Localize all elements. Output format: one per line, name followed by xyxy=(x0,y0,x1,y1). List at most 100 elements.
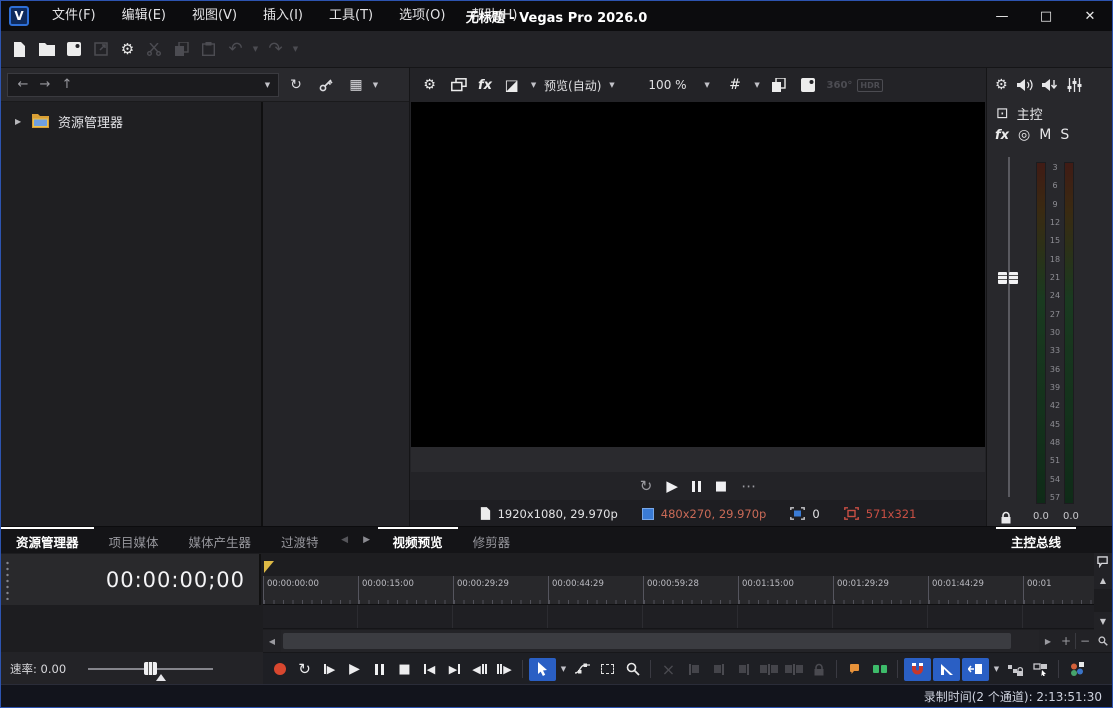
panel-tab[interactable]: 资源管理器 xyxy=(1,527,94,553)
menu-item[interactable]: 插入(I) xyxy=(250,1,316,31)
up-icon[interactable]: ↑ xyxy=(56,77,78,92)
project-properties-gear-icon[interactable]: ⚙ xyxy=(416,71,443,99)
slide-trim-button[interactable] xyxy=(781,656,806,682)
copy-button[interactable] xyxy=(168,35,195,63)
post-edit-ripple-button[interactable] xyxy=(962,658,989,681)
hscroll-track[interactable] xyxy=(281,630,1039,652)
solo-button[interactable]: S xyxy=(1060,127,1069,143)
grid-dropdown-icon[interactable]: ▼ xyxy=(751,81,764,89)
scroll-down-icon[interactable]: ▼ xyxy=(1094,612,1112,630)
menu-item[interactable]: 工具(T) xyxy=(316,1,386,31)
hscroll-thumb[interactable] xyxy=(283,633,1011,649)
scroll-left-icon[interactable]: ◀ xyxy=(263,630,281,652)
expand-arrow-icon[interactable]: ▶ xyxy=(15,117,23,126)
tab-scroll-right-icon[interactable]: ▶ xyxy=(356,527,378,553)
stop-button[interactable]: ■ xyxy=(392,656,417,682)
preview-more-icon[interactable]: ⋯ xyxy=(741,476,756,496)
close-button[interactable]: ✕ xyxy=(1068,1,1112,31)
auto-ripple-button[interactable] xyxy=(933,658,960,681)
pause-button[interactable] xyxy=(367,656,392,682)
bus-fx-button[interactable]: fx xyxy=(995,128,1009,143)
insert-marker-button[interactable] xyxy=(842,656,867,682)
volume-fader-handle[interactable] xyxy=(998,272,1018,284)
zoom-in-timeline-button[interactable]: + xyxy=(1057,630,1075,652)
insert-bus-icon[interactable] xyxy=(1042,79,1058,91)
mute-button[interactable]: M xyxy=(1039,127,1051,143)
loop-playback-icon[interactable]: ↻ xyxy=(640,476,653,496)
paste-button[interactable] xyxy=(195,35,222,63)
preview-quality-dropdown[interactable]: 预览(自动) xyxy=(542,77,603,94)
go-to-start-button[interactable]: ◀ xyxy=(417,656,442,682)
tab-scroll-left-icon[interactable]: ◀ xyxy=(334,527,356,553)
selection-tool-button[interactable] xyxy=(595,656,620,682)
time-ruler[interactable]: 00:00:00:0000:00:15:0000:00:29:2900:00:4… xyxy=(263,576,1096,605)
redo-button[interactable]: ↷ xyxy=(262,35,289,63)
menu-item[interactable]: 编辑(E) xyxy=(109,1,179,31)
ignore-event-grouping-button[interactable] xyxy=(1028,656,1053,682)
add-favorite-icon[interactable] xyxy=(313,73,339,97)
rate-slider[interactable] xyxy=(88,659,213,679)
play-from-start-button[interactable]: ▶ xyxy=(317,656,342,682)
cut-button[interactable] xyxy=(141,35,168,63)
video-output-fx-button[interactable]: fx xyxy=(474,78,496,93)
split-screen-icon[interactable]: ◪ xyxy=(498,71,525,99)
lock-fader-icon[interactable] xyxy=(1000,511,1012,524)
play-button[interactable]: ▶ xyxy=(342,656,367,682)
automation-icon[interactable]: ◎ xyxy=(1018,127,1030,143)
record-button[interactable] xyxy=(267,656,292,682)
loop-region-marker[interactable] xyxy=(264,561,274,573)
render-as-button[interactable] xyxy=(87,35,114,63)
insert-region-button[interactable] xyxy=(867,656,892,682)
copy-snapshot-icon[interactable] xyxy=(766,71,793,99)
minimize-button[interactable]: — xyxy=(980,1,1024,31)
master-bus-icon[interactable]: ⊡ xyxy=(996,104,1009,122)
address-dropdown-icon[interactable]: ▼ xyxy=(261,81,274,89)
envelope-tool-button[interactable] xyxy=(570,656,595,682)
menu-item[interactable]: 选项(O) xyxy=(386,1,458,31)
panel-tab[interactable]: 视频预览 xyxy=(378,527,458,553)
maximize-button[interactable]: □ xyxy=(1024,1,1068,31)
views-dropdown-icon[interactable]: ▼ xyxy=(369,81,382,89)
tree-item-explorer[interactable]: ▶ 资源管理器 xyxy=(1,110,261,132)
mixer-gear-icon[interactable]: ⚙ xyxy=(995,77,1008,93)
scroll-right-icon[interactable]: ▶ xyxy=(1039,630,1057,652)
properties-gear-icon[interactable]: ⚙ xyxy=(114,35,141,63)
trim-end-button[interactable] xyxy=(706,656,731,682)
forward-icon[interactable]: → xyxy=(34,77,56,92)
undo-dropdown-icon[interactable]: ▼ xyxy=(249,45,262,53)
lock-envelopes-button[interactable] xyxy=(1003,656,1028,682)
preview-quality-caret-icon[interactable]: ▼ xyxy=(605,81,618,89)
slip-trim-button[interactable] xyxy=(756,656,781,682)
preview-stop-icon[interactable]: ■ xyxy=(715,476,727,496)
external-monitor-icon[interactable] xyxy=(445,71,472,99)
track-view[interactable] xyxy=(263,605,1094,629)
grid-overlay-icon[interactable]: # xyxy=(722,71,749,99)
split-screen-dropdown-icon[interactable]: ▼ xyxy=(527,81,540,89)
trim-adjacent-button[interactable] xyxy=(731,656,756,682)
edit-tool-dropdown-icon[interactable]: ▼ xyxy=(557,665,570,673)
panel-tab[interactable]: 过渡特 xyxy=(266,527,334,553)
normal-edit-tool-button[interactable] xyxy=(529,658,556,681)
zoom-tool-button[interactable] xyxy=(620,656,645,682)
next-frame-button[interactable]: ▶ xyxy=(492,656,517,682)
panel-tab[interactable]: 项目媒体 xyxy=(94,527,174,553)
open-project-button[interactable] xyxy=(33,35,60,63)
back-icon[interactable]: ← xyxy=(12,77,34,92)
zoom-dropdown-icon[interactable]: ▼ xyxy=(701,81,714,89)
lock-event-button[interactable] xyxy=(806,656,831,682)
new-project-button[interactable] xyxy=(6,35,33,63)
vertical-scrollbar[interactable] xyxy=(1094,589,1112,612)
master-bus-tab[interactable]: 主控总线 xyxy=(996,527,1076,553)
loop-playback-button[interactable]: ↻ xyxy=(292,656,317,682)
trim-start-button[interactable] xyxy=(681,656,706,682)
zoom-edit-tool-icon[interactable] xyxy=(1094,630,1112,652)
delete-button[interactable]: × xyxy=(656,656,681,682)
save-project-button[interactable] xyxy=(60,35,87,63)
scroll-up-icon[interactable]: ▲ xyxy=(1094,571,1112,589)
preview-play-icon[interactable]: ▶ xyxy=(666,476,678,496)
previous-frame-button[interactable]: ◀ xyxy=(467,656,492,682)
menu-item[interactable]: 文件(F) xyxy=(39,1,109,31)
mixing-console-icon[interactable] xyxy=(1067,78,1082,92)
ripple-dropdown-icon[interactable]: ▼ xyxy=(990,665,1003,673)
preview-zoom-value[interactable]: 100 % xyxy=(632,78,688,92)
